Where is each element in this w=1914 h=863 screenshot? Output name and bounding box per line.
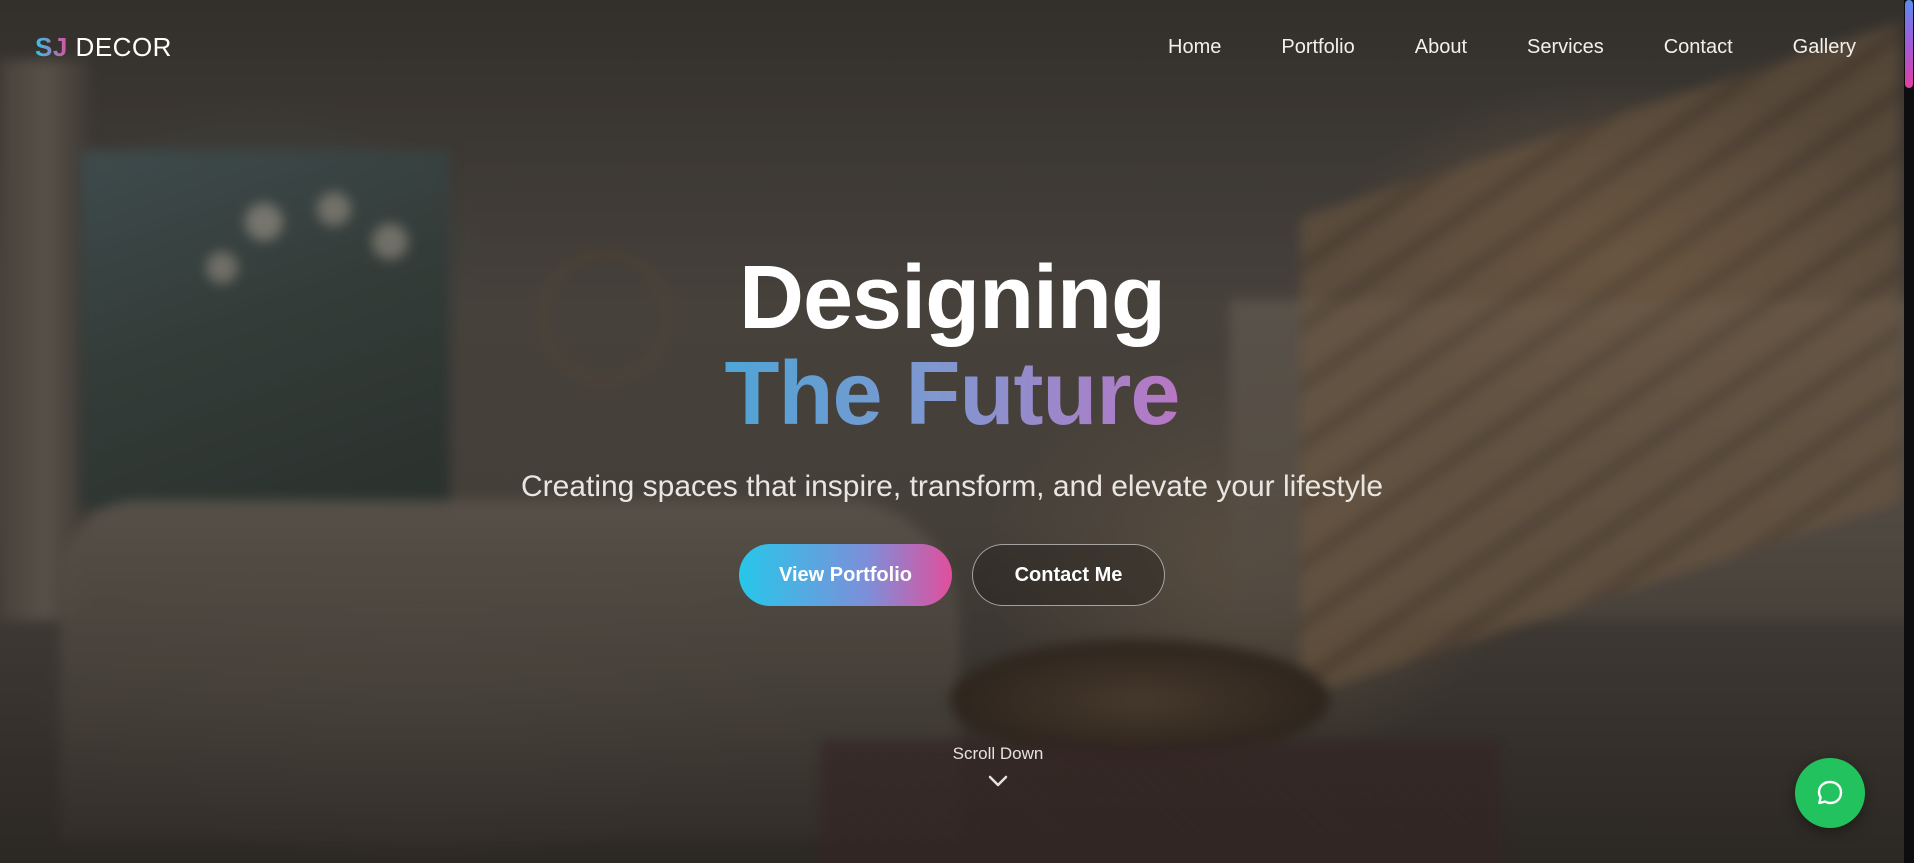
scrollbar-thumb[interactable] (1905, 0, 1913, 88)
page-scrollbar[interactable] (1904, 0, 1914, 863)
logo-mark: SJ (35, 32, 68, 62)
hero-cta-group: View Portfolio Contact Me (0, 544, 1904, 606)
chevron-down-icon (988, 775, 1008, 787)
hero-section: Designing The Future Creating spaces tha… (0, 250, 1904, 606)
nav-services[interactable]: Services (1527, 36, 1604, 59)
hero-headline-line1: Designing (738, 248, 1166, 348)
contact-me-button[interactable]: Contact Me (972, 544, 1165, 606)
view-portfolio-button[interactable]: View Portfolio (739, 544, 952, 606)
page: SJ DECOR Home Portfolio About Services C… (0, 0, 1914, 863)
nav-portfolio[interactable]: Portfolio (1281, 36, 1354, 59)
site-logo[interactable]: SJ DECOR (35, 32, 172, 63)
nav-contact[interactable]: Contact (1664, 36, 1733, 59)
main-nav: Home Portfolio About Services Contact Ga… (1168, 36, 1856, 59)
hero-headline-line2: The Future (724, 344, 1181, 444)
nav-about[interactable]: About (1415, 36, 1467, 59)
chat-bubble-icon (1817, 780, 1843, 805)
nav-gallery[interactable]: Gallery (1793, 36, 1856, 59)
nav-home[interactable]: Home (1168, 36, 1221, 59)
scroll-down-hint[interactable]: Scroll Down (948, 744, 1048, 788)
chat-button[interactable] (1795, 758, 1865, 828)
site-header: SJ DECOR Home Portfolio About Services C… (0, 0, 1904, 98)
logo-name: DECOR (75, 32, 172, 62)
scroll-down-label: Scroll Down (952, 744, 1044, 763)
hero-subtitle: Creating spaces that inspire, transform,… (520, 470, 1384, 503)
